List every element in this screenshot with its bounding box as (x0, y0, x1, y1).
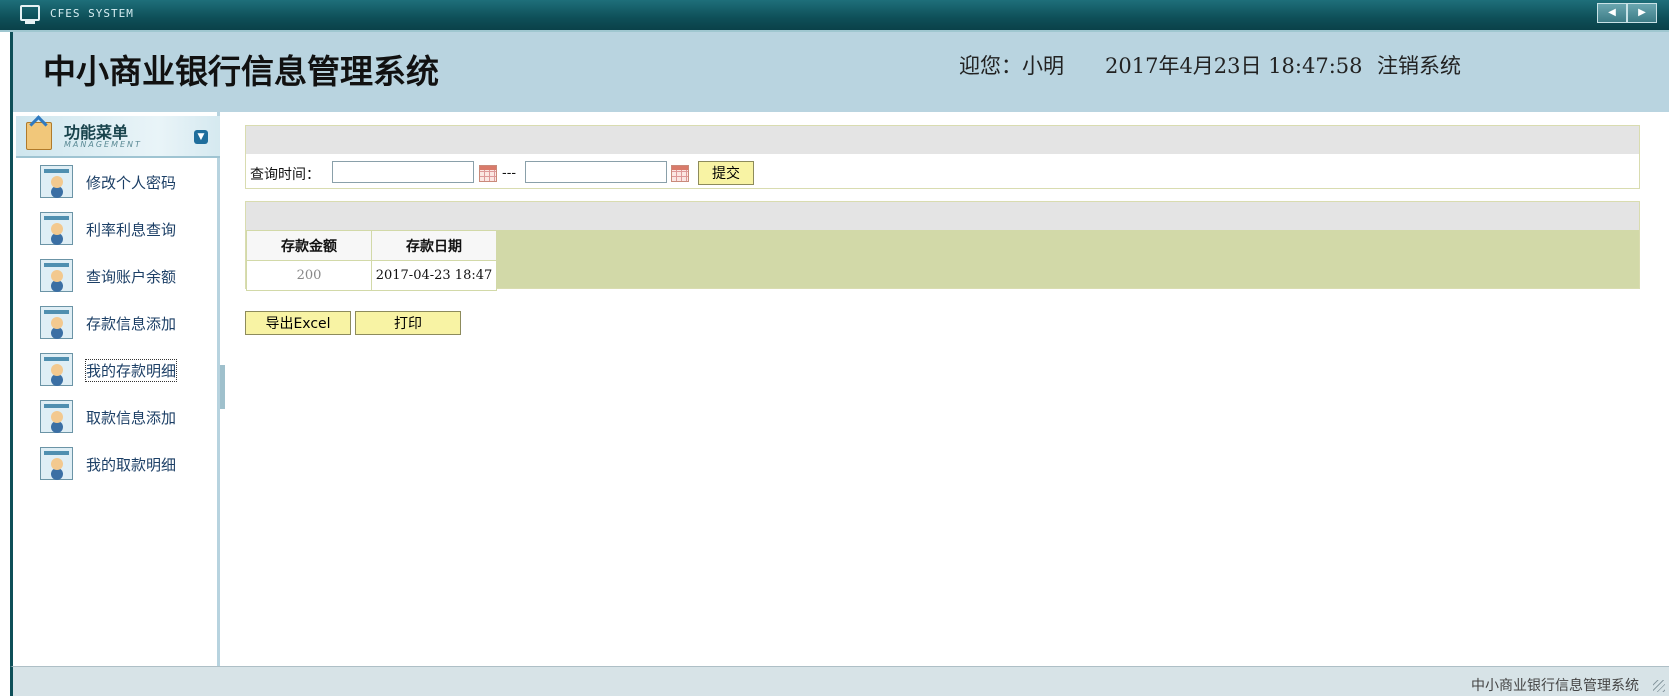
submit-button[interactable]: 提交 (698, 161, 754, 185)
menu-subtitle: MANAGEMENT (64, 140, 142, 149)
date-range-separator: --- (502, 166, 517, 181)
footer-text: 中小商业银行信息管理系统 (1471, 678, 1639, 694)
user-card-icon (40, 353, 73, 386)
print-button[interactable]: 打印 (355, 311, 461, 335)
results-panel: 存款金额 存款日期 200 2017-04-23 18:47 (245, 201, 1640, 291)
current-datetime: 2017年4月23日 18:47:58 (1105, 54, 1363, 78)
forward-arrow-icon[interactable]: ▶ (1627, 3, 1657, 23)
table-header-row: 存款金额 存款日期 (246, 230, 497, 261)
resize-grip-icon[interactable] (1653, 680, 1665, 692)
calendar-icon[interactable] (671, 165, 689, 182)
status-bar: 中小商业银行信息管理系统 (10, 666, 1669, 696)
user-card-icon (40, 212, 73, 245)
sidebar-item-label: 利率利息查询 (86, 221, 177, 239)
sidebar-item-label: 修改个人密码 (86, 174, 177, 192)
upload-folder-icon (26, 122, 52, 150)
window-titlebar: CFES SYSTEM ◀ ▶ (0, 0, 1669, 32)
search-panel-header (246, 126, 1639, 154)
sidebar-item-my-withdrawals[interactable]: 我的取款明细 (40, 447, 210, 483)
sidebar-item-interest-rate[interactable]: 利率利息查询 (40, 212, 210, 248)
sidebar-item-account-balance[interactable]: 查询账户余额 (40, 259, 210, 295)
sidebar-item-label: 存款信息添加 (86, 315, 177, 333)
sidebar-item-label: 取款信息添加 (86, 409, 177, 427)
user-card-icon (40, 165, 73, 198)
back-arrow-icon[interactable]: ◀ (1597, 3, 1627, 23)
start-date-input[interactable] (332, 161, 474, 183)
end-date-input[interactable] (525, 161, 667, 183)
menu-header: 功能菜单 MANAGEMENT ▼ (16, 116, 220, 158)
window-app-name: CFES SYSTEM (50, 7, 134, 20)
user-card-icon (40, 259, 73, 292)
search-time-label: 查询时间： (250, 167, 320, 183)
sidebar-item-label: 我的存款明细 (84, 359, 178, 382)
column-header-amount: 存款金额 (246, 230, 372, 261)
sidebar-item-add-deposit[interactable]: 存款信息添加 (40, 306, 210, 342)
export-excel-button[interactable]: 导出Excel (245, 311, 351, 335)
user-card-icon (40, 447, 73, 480)
search-panel: 查询时间： --- 提交 (245, 125, 1640, 189)
welcome-text: 迎您：小明 (959, 54, 1064, 78)
column-header-date: 存款日期 (371, 230, 497, 261)
logout-link[interactable]: 注销系统 (1377, 50, 1461, 80)
calendar-icon[interactable] (479, 165, 497, 182)
sidebar-item-label: 我的取款明细 (86, 456, 177, 474)
deposit-table: 存款金额 存款日期 200 2017-04-23 18:47 (246, 230, 497, 291)
sidebar-item-label: 查询账户余额 (86, 268, 177, 286)
sidebar-menu: 功能菜单 MANAGEMENT ▼ 修改个人密码 利率利息查询 查询账户余额 存… (10, 112, 220, 666)
monitor-icon (20, 5, 40, 24)
page-title: 中小商业银行信息管理系统 (43, 52, 439, 91)
cell-amount: 200 (246, 260, 372, 291)
sidebar-item-change-password[interactable]: 修改个人密码 (40, 165, 210, 201)
main-content: 查询时间： --- 提交 存款金额 存款日期 200 2017-04-23 18… (226, 112, 1669, 666)
page-header: 中小商业银行信息管理系统 迎您：小明 2017年4月23日 18:47:58 注… (10, 32, 1669, 112)
results-panel-header (246, 202, 1639, 230)
search-row: 查询时间： --- 提交 (246, 156, 1639, 188)
sidebar-item-add-withdrawal[interactable]: 取款信息添加 (40, 400, 210, 436)
user-card-icon (40, 306, 73, 339)
sidebar-item-my-deposits[interactable]: 我的存款明细 (40, 353, 210, 389)
table-row: 200 2017-04-23 18:47 (246, 260, 497, 291)
cell-date: 2017-04-23 18:47 (371, 260, 497, 291)
collapse-chevron-icon[interactable]: ▼ (194, 130, 208, 144)
user-card-icon (40, 400, 73, 433)
sidebar-splitter-handle[interactable] (220, 365, 225, 409)
